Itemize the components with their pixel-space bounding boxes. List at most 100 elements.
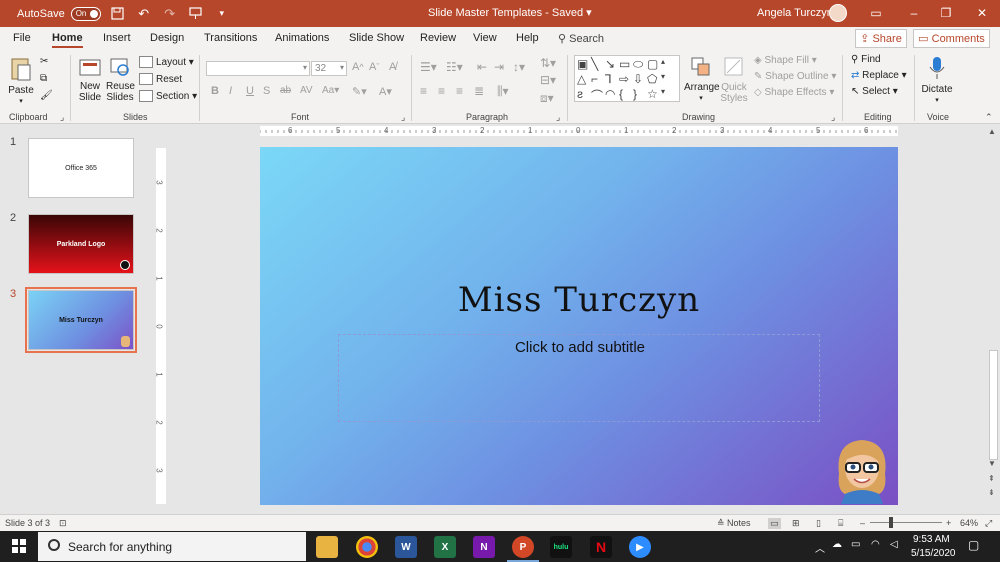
search-tab[interactable]: ⚲ Search <box>558 32 604 45</box>
italic-icon[interactable]: I <box>229 85 232 97</box>
replace-button[interactable]: ⇄ Replace ▾ <box>851 70 907 81</box>
minimize-icon[interactable]: – <box>906 5 922 21</box>
scroll-up-icon[interactable]: ▲ <box>988 127 996 136</box>
scrollbar-thumb[interactable] <box>989 350 998 460</box>
tab-review[interactable]: Review <box>420 32 456 44</box>
scroll-down-icon[interactable]: ▼ <box>988 459 996 468</box>
slide-thumbnail-2[interactable]: Parkland Logo <box>28 214 134 274</box>
increase-font-size-icon[interactable]: A ^ <box>352 61 364 73</box>
zoom-slider-thumb[interactable] <box>889 517 893 528</box>
tab-help[interactable]: Help <box>516 32 539 44</box>
file-explorer-icon[interactable] <box>316 536 338 558</box>
fit-slide-icon[interactable]: ⤢ <box>985 518 992 529</box>
find-button[interactable]: ⚲ Find <box>851 54 881 65</box>
tab-home[interactable]: Home <box>52 32 83 48</box>
shapes-scroll-down-icon[interactable]: ▾ <box>661 72 675 87</box>
drawing-launcher-icon[interactable]: ⌟ <box>831 112 835 123</box>
next-slide-icon[interactable]: ⇟ <box>988 488 995 497</box>
ribbon-display-options-icon[interactable]: ▭ <box>868 5 884 21</box>
change-case-icon[interactable]: Aa▾ <box>322 85 339 96</box>
bold-icon[interactable]: B <box>211 85 219 97</box>
close-icon[interactable]: ✕ <box>974 5 990 21</box>
notes-button[interactable]: ≙ Notes <box>717 518 751 529</box>
netflix-icon[interactable]: N <box>590 536 612 558</box>
align-right-icon[interactable]: ≡ <box>456 84 463 98</box>
powerpoint-icon[interactable]: P <box>512 536 534 558</box>
user-name[interactable]: Angela Turczyn <box>757 7 833 19</box>
show-hidden-icons-icon[interactable]: ︿ <box>815 540 825 555</box>
freeform-shape-icon[interactable]: ƨ <box>577 87 591 102</box>
clock-time[interactable]: 9:53 AM <box>913 534 950 545</box>
paragraph-launcher-icon[interactable]: ⌟ <box>556 112 560 123</box>
layout-button[interactable]: Layout ▾ <box>139 56 194 68</box>
collapse-ribbon-icon[interactable]: ⌃ <box>985 112 993 123</box>
subtitle-placeholder[interactable]: Click to add subtitle <box>338 334 820 422</box>
slide-thumbnail-3[interactable]: Miss Turczyn <box>25 287 137 353</box>
increase-indent-icon[interactable]: ⇥ <box>494 60 504 74</box>
align-text-icon[interactable]: ⊟▾ <box>540 73 556 87</box>
left-brace-shape-icon[interactable]: { <box>619 87 633 102</box>
reuse-slides-button[interactable]: Reuse Slides <box>106 56 135 103</box>
arc-shape-icon[interactable]: ⌒ <box>591 87 605 103</box>
select-button[interactable]: ↖ Select ▾ <box>851 86 898 97</box>
previous-slide-icon[interactable]: ⇞ <box>988 474 995 483</box>
zoom-level[interactable]: 64% <box>960 518 978 528</box>
shape-fill-button[interactable]: ◈ Shape Fill ▾ <box>754 55 817 66</box>
wifi-icon[interactable]: ◠ <box>871 539 880 550</box>
clipboard-launcher-icon[interactable]: ⌟ <box>60 112 64 123</box>
strikethrough-icon[interactable]: ab <box>280 85 291 96</box>
format-painter-icon[interactable]: 🖌 <box>40 90 53 101</box>
right-arrow-shape-icon[interactable]: ⇨ <box>619 72 633 87</box>
user-avatar[interactable] <box>829 4 847 22</box>
arrow-line-shape-icon[interactable]: ↘ <box>605 57 619 72</box>
tab-slide-show[interactable]: Slide Show <box>349 32 404 44</box>
volume-icon[interactable]: ◁ <box>890 539 898 550</box>
rectangle-shape-icon[interactable]: ▭ <box>619 57 633 72</box>
redo-icon[interactable]: ↷ <box>161 5 179 23</box>
document-title[interactable]: Slide Master Templates - Saved ▾ <box>428 6 592 19</box>
paste-button[interactable]: Paste ▾ <box>8 56 34 107</box>
pentagon-shape-icon[interactable]: ⬠ <box>647 72 661 87</box>
columns-icon[interactable]: ⫼▾ <box>497 84 509 99</box>
tab-view[interactable]: View <box>473 32 497 44</box>
excel-icon[interactable]: X <box>434 536 456 558</box>
tab-file[interactable]: File <box>13 32 31 44</box>
zoom-slider[interactable] <box>870 522 942 523</box>
down-arrow-shape-icon[interactable]: ⇩ <box>633 72 647 87</box>
slide-canvas[interactable]: Miss Turczyn Click to add subtitle <box>260 147 898 505</box>
textbox-shape-icon[interactable]: ▣ <box>577 57 591 72</box>
curve-shape-icon[interactable]: ◠ <box>605 87 619 102</box>
bullets-icon[interactable]: ☰▾ <box>420 60 437 74</box>
align-center-icon[interactable]: ≡ <box>438 84 445 98</box>
rounded-rect-shape-icon[interactable]: ▢ <box>647 57 661 72</box>
word-icon[interactable]: W <box>395 536 417 558</box>
battery-icon[interactable]: ▭ <box>851 539 860 550</box>
quick-styles-button[interactable]: Quick Styles <box>719 55 749 104</box>
zoom-out-icon[interactable]: – <box>860 518 865 528</box>
cut-icon[interactable]: ✂ <box>40 56 48 67</box>
numbering-icon[interactable]: ☷▾ <box>446 60 463 74</box>
onedrive-icon[interactable]: ☁ <box>832 539 842 550</box>
font-color-icon[interactable]: A▾ <box>379 85 392 98</box>
shadow-icon[interactable]: S <box>263 85 270 97</box>
decrease-indent-icon[interactable]: ⇤ <box>477 60 487 74</box>
shapes-gallery[interactable]: ▣ ╲ ↘ ▭ ⬭ ▢ ▴ △ ⌐ ⅂ ⇨ ⇩ ⬠ ▾ ƨ ⌒ ◠{} ☆ ▾ <box>574 55 680 103</box>
chrome-icon[interactable] <box>356 536 378 558</box>
decrease-font-size-icon[interactable]: Aˇ <box>369 61 379 73</box>
save-icon[interactable] <box>109 5 127 23</box>
autosave-toggle[interactable]: On <box>70 6 101 21</box>
triangle-shape-icon[interactable]: △ <box>577 72 591 87</box>
accessibility-icon[interactable]: ⊡ <box>59 518 67 529</box>
onenote-icon[interactable]: N <box>473 536 495 558</box>
windows-start-icon[interactable] <box>12 539 26 553</box>
shape-effects-button[interactable]: ◇ Shape Effects ▾ <box>754 87 834 98</box>
elbow-arrow-shape-icon[interactable]: ⅂ <box>605 72 619 87</box>
oval-shape-icon[interactable]: ⬭ <box>633 57 647 72</box>
text-direction-icon[interactable]: ⇅▾ <box>540 56 556 70</box>
clock-date[interactable]: 5/15/2020 <box>911 548 956 559</box>
reset-button[interactable]: Reset <box>139 73 182 85</box>
normal-view-icon[interactable]: ▭ <box>768 518 781 529</box>
shapes-more-icon[interactable]: ▾ <box>661 87 675 102</box>
shape-outline-button[interactable]: ✎ Shape Outline ▾ <box>754 71 836 82</box>
undo-icon[interactable]: ↶ <box>135 5 153 23</box>
